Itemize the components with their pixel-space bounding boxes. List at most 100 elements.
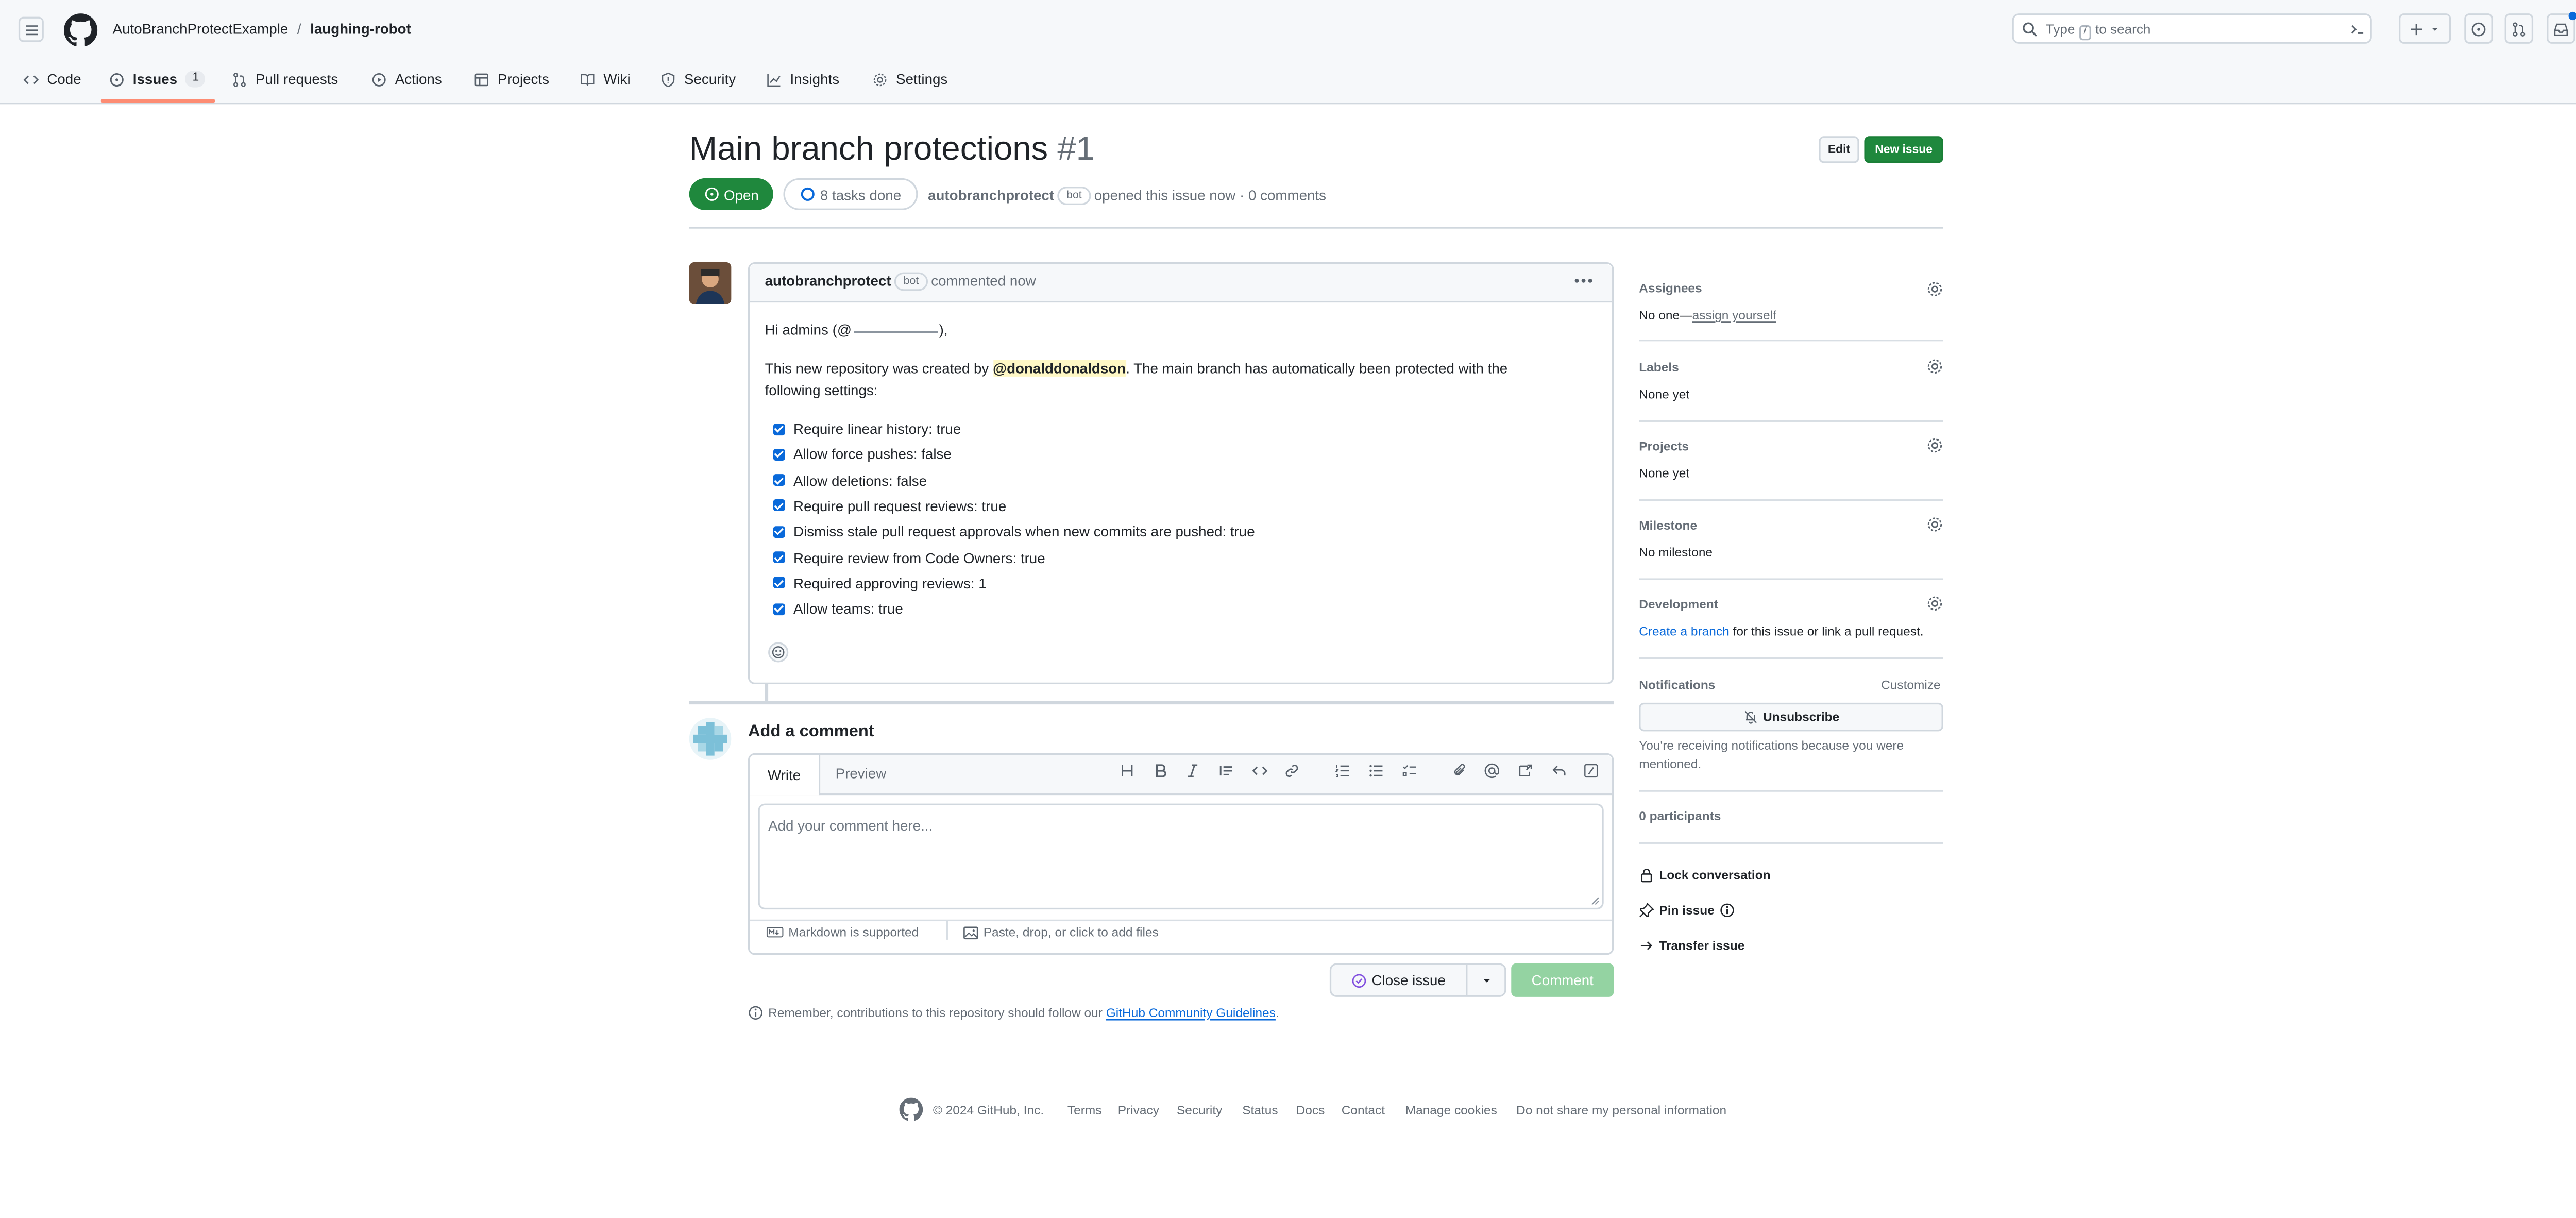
close-issue-button[interactable]: Close issue	[1331, 965, 1466, 995]
task-checkbox[interactable]	[773, 526, 785, 538]
issues-shortcut-button[interactable]	[2464, 13, 2493, 44]
heading-icon[interactable]	[1120, 763, 1134, 778]
tasklist-icon[interactable]	[1402, 763, 1417, 778]
footer-link-docs[interactable]: Docs	[1296, 1103, 1325, 1118]
comment-options-button[interactable]	[1572, 273, 1596, 290]
task-checkbox[interactable]	[773, 500, 785, 512]
search-shortcut-key: /	[2078, 25, 2092, 41]
paperclip-icon[interactable]	[1452, 763, 1467, 778]
repo-tab-issues[interactable]: Issues 1	[109, 69, 206, 89]
repo-tab-settings[interactable]: Settings	[872, 69, 947, 89]
footer-link-privacy[interactable]: Privacy	[1118, 1103, 1159, 1118]
bold-icon[interactable]	[1153, 763, 1168, 778]
github-logo-icon[interactable]	[899, 1097, 923, 1122]
repo-tab-projects[interactable]: Projects	[474, 69, 549, 89]
quote-icon[interactable]	[1219, 763, 1234, 778]
task-checkbox[interactable]	[773, 577, 785, 589]
notification-reason: You're receiving notifications because y…	[1639, 738, 1904, 772]
pull-requests-shortcut-button[interactable]	[2504, 13, 2534, 44]
repo-tab-wiki[interactable]: Wiki	[580, 69, 631, 89]
new-issue-button[interactable]: New issue	[1864, 136, 1943, 163]
sidebar-divider	[1639, 842, 1943, 844]
slash-commands-icon[interactable]	[1584, 763, 1599, 778]
repo-owner-link[interactable]: AutoBranchProtectExample	[113, 20, 289, 37]
tasks-progress-badge: 8 tasks done	[783, 178, 918, 210]
gear-icon[interactable]	[1926, 595, 1943, 612]
repo-tab-label: Security	[684, 71, 736, 88]
github-logo-icon[interactable]	[63, 13, 98, 47]
repo-tab-actions[interactable]: Actions	[371, 69, 442, 89]
sidebar-divider	[1639, 499, 1943, 501]
labels-heading[interactable]: Labels	[1639, 360, 1679, 375]
gear-icon[interactable]	[1926, 437, 1943, 454]
pin-issue-button[interactable]: Pin issue	[1639, 903, 1735, 918]
footer-link-terms[interactable]: Terms	[1067, 1103, 1102, 1118]
resize-handle-icon[interactable]	[1590, 896, 1601, 906]
unordered-list-icon[interactable]	[1368, 763, 1383, 778]
gear-icon[interactable]	[1926, 358, 1943, 375]
issue-author-link[interactable]: autobranchprotect	[928, 187, 1054, 204]
task-checkbox[interactable]	[773, 603, 785, 615]
development-heading[interactable]: Development	[1639, 597, 1718, 612]
footer-link-security[interactable]: Security	[1177, 1103, 1222, 1118]
task-item-label: Allow force pushes: false	[793, 446, 952, 463]
notice-text: Remember, contributions to this reposito…	[768, 1005, 1103, 1021]
task-checkbox[interactable]	[773, 448, 785, 461]
comment-timestamp[interactable]: commented now	[931, 273, 1036, 290]
footer-copyright: © 2024 GitHub, Inc.	[933, 1103, 1044, 1118]
footer-link-status[interactable]: Status	[1242, 1103, 1278, 1118]
cross-reference-icon[interactable]	[1518, 763, 1533, 778]
footer-link-do-not-share-my-personal-information[interactable]: Do not share my personal information	[1516, 1103, 1726, 1118]
task-checkbox[interactable]	[773, 422, 785, 435]
link-icon[interactable]	[1284, 763, 1299, 778]
transfer-issue-button[interactable]: Transfer issue	[1639, 938, 1744, 953]
repo-tab-insights[interactable]: Insights	[767, 69, 839, 89]
command-palette-icon[interactable]	[2350, 22, 2365, 37]
community-guidelines-link[interactable]: GitHub Community Guidelines	[1106, 1005, 1276, 1020]
attach-files-button[interactable]: Paste, drop, or click to add files	[963, 925, 1159, 940]
lock-conversation-button[interactable]: Lock conversation	[1639, 868, 1771, 883]
tab-write[interactable]: Write	[750, 754, 821, 796]
footer-link-contact[interactable]: Contact	[1342, 1103, 1385, 1118]
repo-name-link[interactable]: laughing-robot	[310, 20, 411, 37]
code-icon[interactable]	[1252, 763, 1268, 778]
task-item-label: Allow deletions: false	[793, 471, 927, 489]
comment-author-link[interactable]: autobranchprotect	[765, 273, 891, 290]
repo-tab-pull-requests[interactable]: Pull requests	[232, 69, 338, 89]
create-new-button[interactable]	[2399, 13, 2451, 44]
unsubscribe-button[interactable]: Unsubscribe	[1639, 702, 1943, 732]
comment-textarea[interactable]: Add your comment here...	[758, 803, 1604, 910]
markdown-support-note[interactable]: Markdown is supported	[766, 925, 919, 940]
add-reaction-button[interactable]	[768, 642, 789, 663]
search-input[interactable]: Type / to search	[2012, 13, 2372, 44]
reply-icon[interactable]	[1552, 763, 1567, 778]
gear-icon[interactable]	[1926, 281, 1943, 298]
repo-tab-code[interactable]: Code	[23, 69, 81, 89]
create-branch-link[interactable]: Create a branch	[1639, 623, 1730, 638]
milestone-heading[interactable]: Milestone	[1639, 518, 1697, 533]
gear-icon[interactable]	[1926, 516, 1943, 533]
milestone-value: No milestone	[1639, 545, 1713, 560]
tab-preview[interactable]: Preview	[836, 765, 887, 782]
user-mention-link[interactable]: @donalddonaldson	[993, 360, 1126, 377]
task-checkbox[interactable]	[773, 474, 785, 486]
timeline-line	[765, 684, 769, 703]
repo-tab-security[interactable]: Security	[660, 69, 736, 89]
comment-author-avatar[interactable]	[689, 262, 732, 304]
issue-author-bot-badge: bot	[1058, 187, 1090, 206]
projects-heading[interactable]: Projects	[1639, 439, 1689, 454]
task-checkbox[interactable]	[773, 551, 785, 564]
mention-icon[interactable]	[1484, 763, 1499, 778]
italic-icon[interactable]	[1185, 763, 1200, 778]
menu-button[interactable]	[18, 16, 44, 42]
close-issue-dropdown[interactable]	[1467, 965, 1504, 995]
edit-button[interactable]: Edit	[1819, 136, 1859, 163]
ordered-list-icon[interactable]	[1335, 763, 1350, 778]
comment-button[interactable]: Comment	[1511, 963, 1614, 997]
footer-link-manage-cookies[interactable]: Manage cookies	[1405, 1103, 1497, 1118]
customize-notifications-link[interactable]: Customize	[1881, 678, 1941, 692]
assignees-heading[interactable]: Assignees	[1639, 281, 1702, 296]
composer-avatar	[689, 718, 732, 760]
info-icon[interactable]	[1720, 903, 1735, 918]
assign-yourself-link[interactable]: assign yourself	[1692, 308, 1776, 323]
